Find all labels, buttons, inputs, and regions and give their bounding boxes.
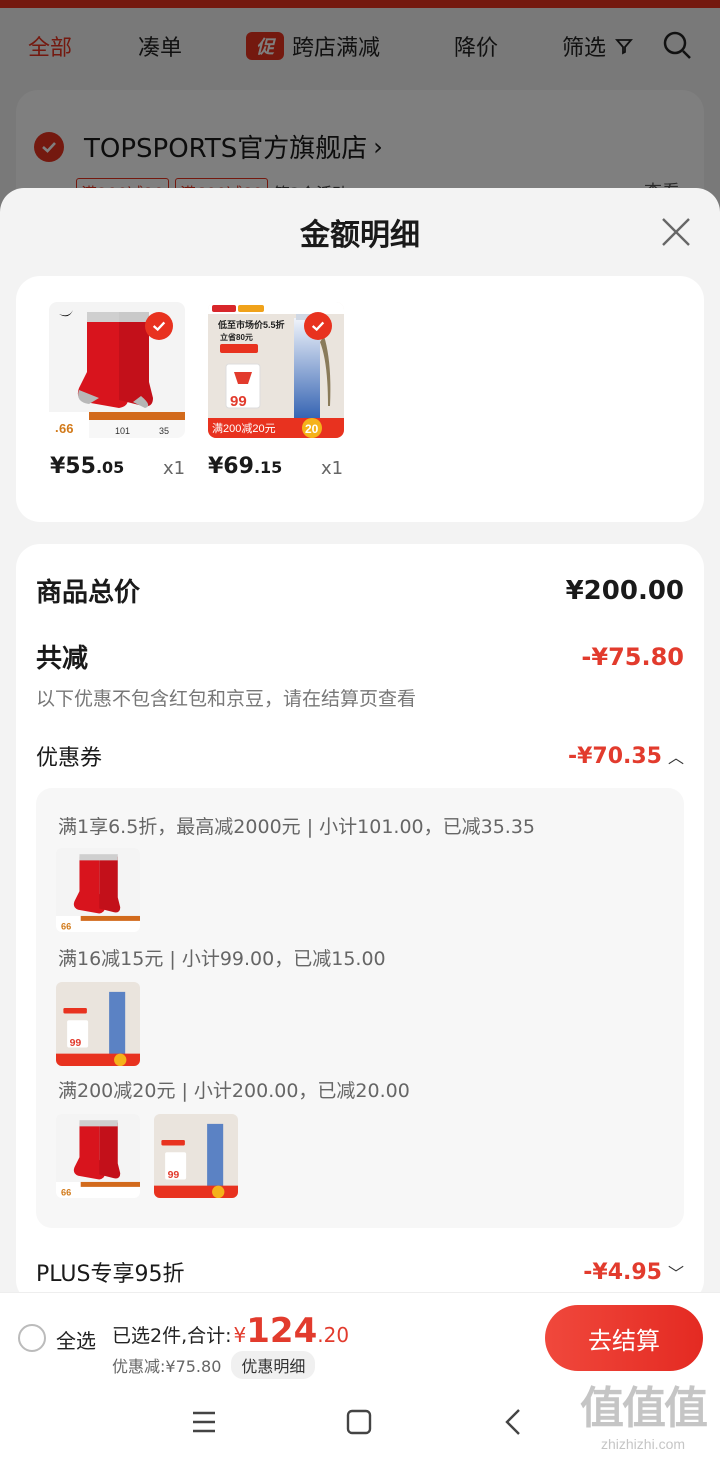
svg-text:101: 101 bbox=[115, 426, 130, 436]
coupon-label: 优惠券 bbox=[36, 746, 103, 771]
plus-discount-label: PLUS专享95折 bbox=[36, 1262, 185, 1287]
coupon-value: -¥70.35 ︿ bbox=[567, 743, 684, 769]
close-button[interactable] bbox=[658, 214, 694, 250]
total-reduction-label: 共减 bbox=[36, 644, 89, 674]
summary-label: 已选2件,合计: bbox=[112, 1325, 232, 1347]
chevron-up-icon[interactable]: ︿ bbox=[668, 744, 684, 768]
sheet-title: 金额明细 bbox=[300, 218, 420, 253]
total-price-label: 商品总价 bbox=[36, 578, 141, 608]
close-icon bbox=[662, 218, 690, 246]
plus-discount-row[interactable]: PLUS专享95折 -¥4.95 ﹀ bbox=[36, 1256, 684, 1288]
svg-text:66: 66 bbox=[59, 421, 73, 436]
product-qty-2: x1 bbox=[321, 458, 344, 479]
recent-apps-button[interactable] bbox=[186, 1404, 222, 1440]
total-reduction-value: -¥75.80 bbox=[581, 642, 684, 671]
svg-text:满200减20元: 满200减20元 bbox=[212, 422, 276, 435]
order-summary: 已选2件,合计: ¥ 124 .20 bbox=[112, 1311, 349, 1351]
amount-breakdown-card: 商品总价 ¥200.00 共减 -¥75.80 以下优惠不包含红包和京豆，请在结… bbox=[16, 544, 704, 1304]
product-price-2: ¥69.15 bbox=[208, 454, 283, 479]
total-price-value: ¥200.00 bbox=[565, 575, 684, 606]
coupon-detail-box: 满1享6.5折，最高减2000元 | 小计101.00，已减35.35 66 满… bbox=[36, 788, 684, 1228]
discount-summary: 优惠减:¥75.80 优惠明细 bbox=[112, 1351, 316, 1379]
total-amount-decimal: .20 bbox=[317, 1323, 350, 1347]
site-watermark: 值值值 zhizhizhi.com bbox=[580, 1383, 708, 1452]
selected-items-card: . 66 101 35 ¥55.05 x1 低至市场价5.5折 立省80元 99… bbox=[16, 276, 704, 522]
chevron-down-icon[interactable]: ﹀ bbox=[668, 1260, 684, 1284]
svg-text:立省80元: 立省80元 bbox=[220, 332, 253, 342]
svg-text:35: 35 bbox=[159, 426, 169, 436]
back-arrow-icon bbox=[505, 1409, 520, 1435]
svg-text:20: 20 bbox=[305, 422, 319, 436]
coupon-row[interactable]: 优惠券 -¥70.35 ︿ bbox=[36, 740, 684, 772]
svg-text:99: 99 bbox=[168, 1169, 180, 1181]
select-all-label[interactable]: 全选 bbox=[56, 1325, 96, 1354]
selected-check-icon bbox=[145, 312, 173, 340]
plus-discount-value: -¥4.95 ﹀ bbox=[583, 1259, 684, 1285]
checkout-button[interactable]: 去结算 bbox=[545, 1305, 703, 1371]
menu-lines-icon bbox=[193, 1411, 215, 1433]
coupon-item-thumb-bottle: 99 bbox=[154, 1114, 238, 1198]
coupon-detail-line-2: 满16减15元 | 小计99.00，已减15.00 bbox=[58, 948, 386, 970]
svg-text:66: 66 bbox=[61, 1188, 71, 1198]
back-button[interactable] bbox=[496, 1404, 532, 1440]
svg-text:99: 99 bbox=[70, 1037, 82, 1049]
coupon-detail-line-3: 满200减20元 | 小计200.00，已减20.00 bbox=[58, 1080, 410, 1102]
svg-text:低至市场价5.5折: 低至市场价5.5折 bbox=[217, 319, 285, 330]
home-square-icon bbox=[346, 1409, 372, 1435]
svg-text:99: 99 bbox=[230, 393, 247, 410]
total-reduction-row: 共减 -¥75.80 bbox=[36, 638, 684, 675]
coupon-item-thumb-socks: 66 bbox=[56, 1114, 140, 1198]
selected-check-icon bbox=[304, 312, 332, 340]
coupon-item-thumb-bottle: 99 bbox=[56, 982, 140, 1066]
total-price-row: 商品总价 ¥200.00 bbox=[36, 572, 684, 609]
product-image-bottle[interactable]: 低至市场价5.5折 立省80元 99 满200减20元 20 bbox=[208, 302, 344, 438]
svg-text:66: 66 bbox=[61, 922, 71, 932]
product-qty-1: x1 bbox=[163, 458, 186, 479]
discount-amount: 优惠减:¥75.80 bbox=[112, 1357, 222, 1376]
product-image-socks[interactable]: . 66 101 35 bbox=[49, 302, 185, 438]
product-price-1: ¥55.05 bbox=[50, 454, 125, 479]
amount-detail-sheet: 金额明细 . 66 101 35 ¥55.05 x1 低至市场价5.5折 立省8… bbox=[0, 188, 720, 1463]
select-all-radio[interactable] bbox=[18, 1324, 46, 1352]
discount-detail-button[interactable]: 优惠明细 bbox=[231, 1351, 316, 1379]
home-button[interactable] bbox=[341, 1404, 377, 1440]
reduction-note: 以下优惠不包含红包和京豆，请在结算页查看 bbox=[36, 688, 417, 710]
checkout-bar: 全选 已选2件,合计: ¥ 124 .20 优惠减:¥75.80 优惠明细 去结… bbox=[0, 1292, 720, 1382]
coupon-detail-line-1: 满1享6.5折，最高减2000元 | 小计101.00，已减35.35 bbox=[58, 816, 536, 838]
currency-symbol: ¥ bbox=[233, 1323, 247, 1347]
coupon-item-thumb-socks: 66 bbox=[56, 848, 140, 932]
total-amount-integer: 124 bbox=[246, 1311, 318, 1351]
